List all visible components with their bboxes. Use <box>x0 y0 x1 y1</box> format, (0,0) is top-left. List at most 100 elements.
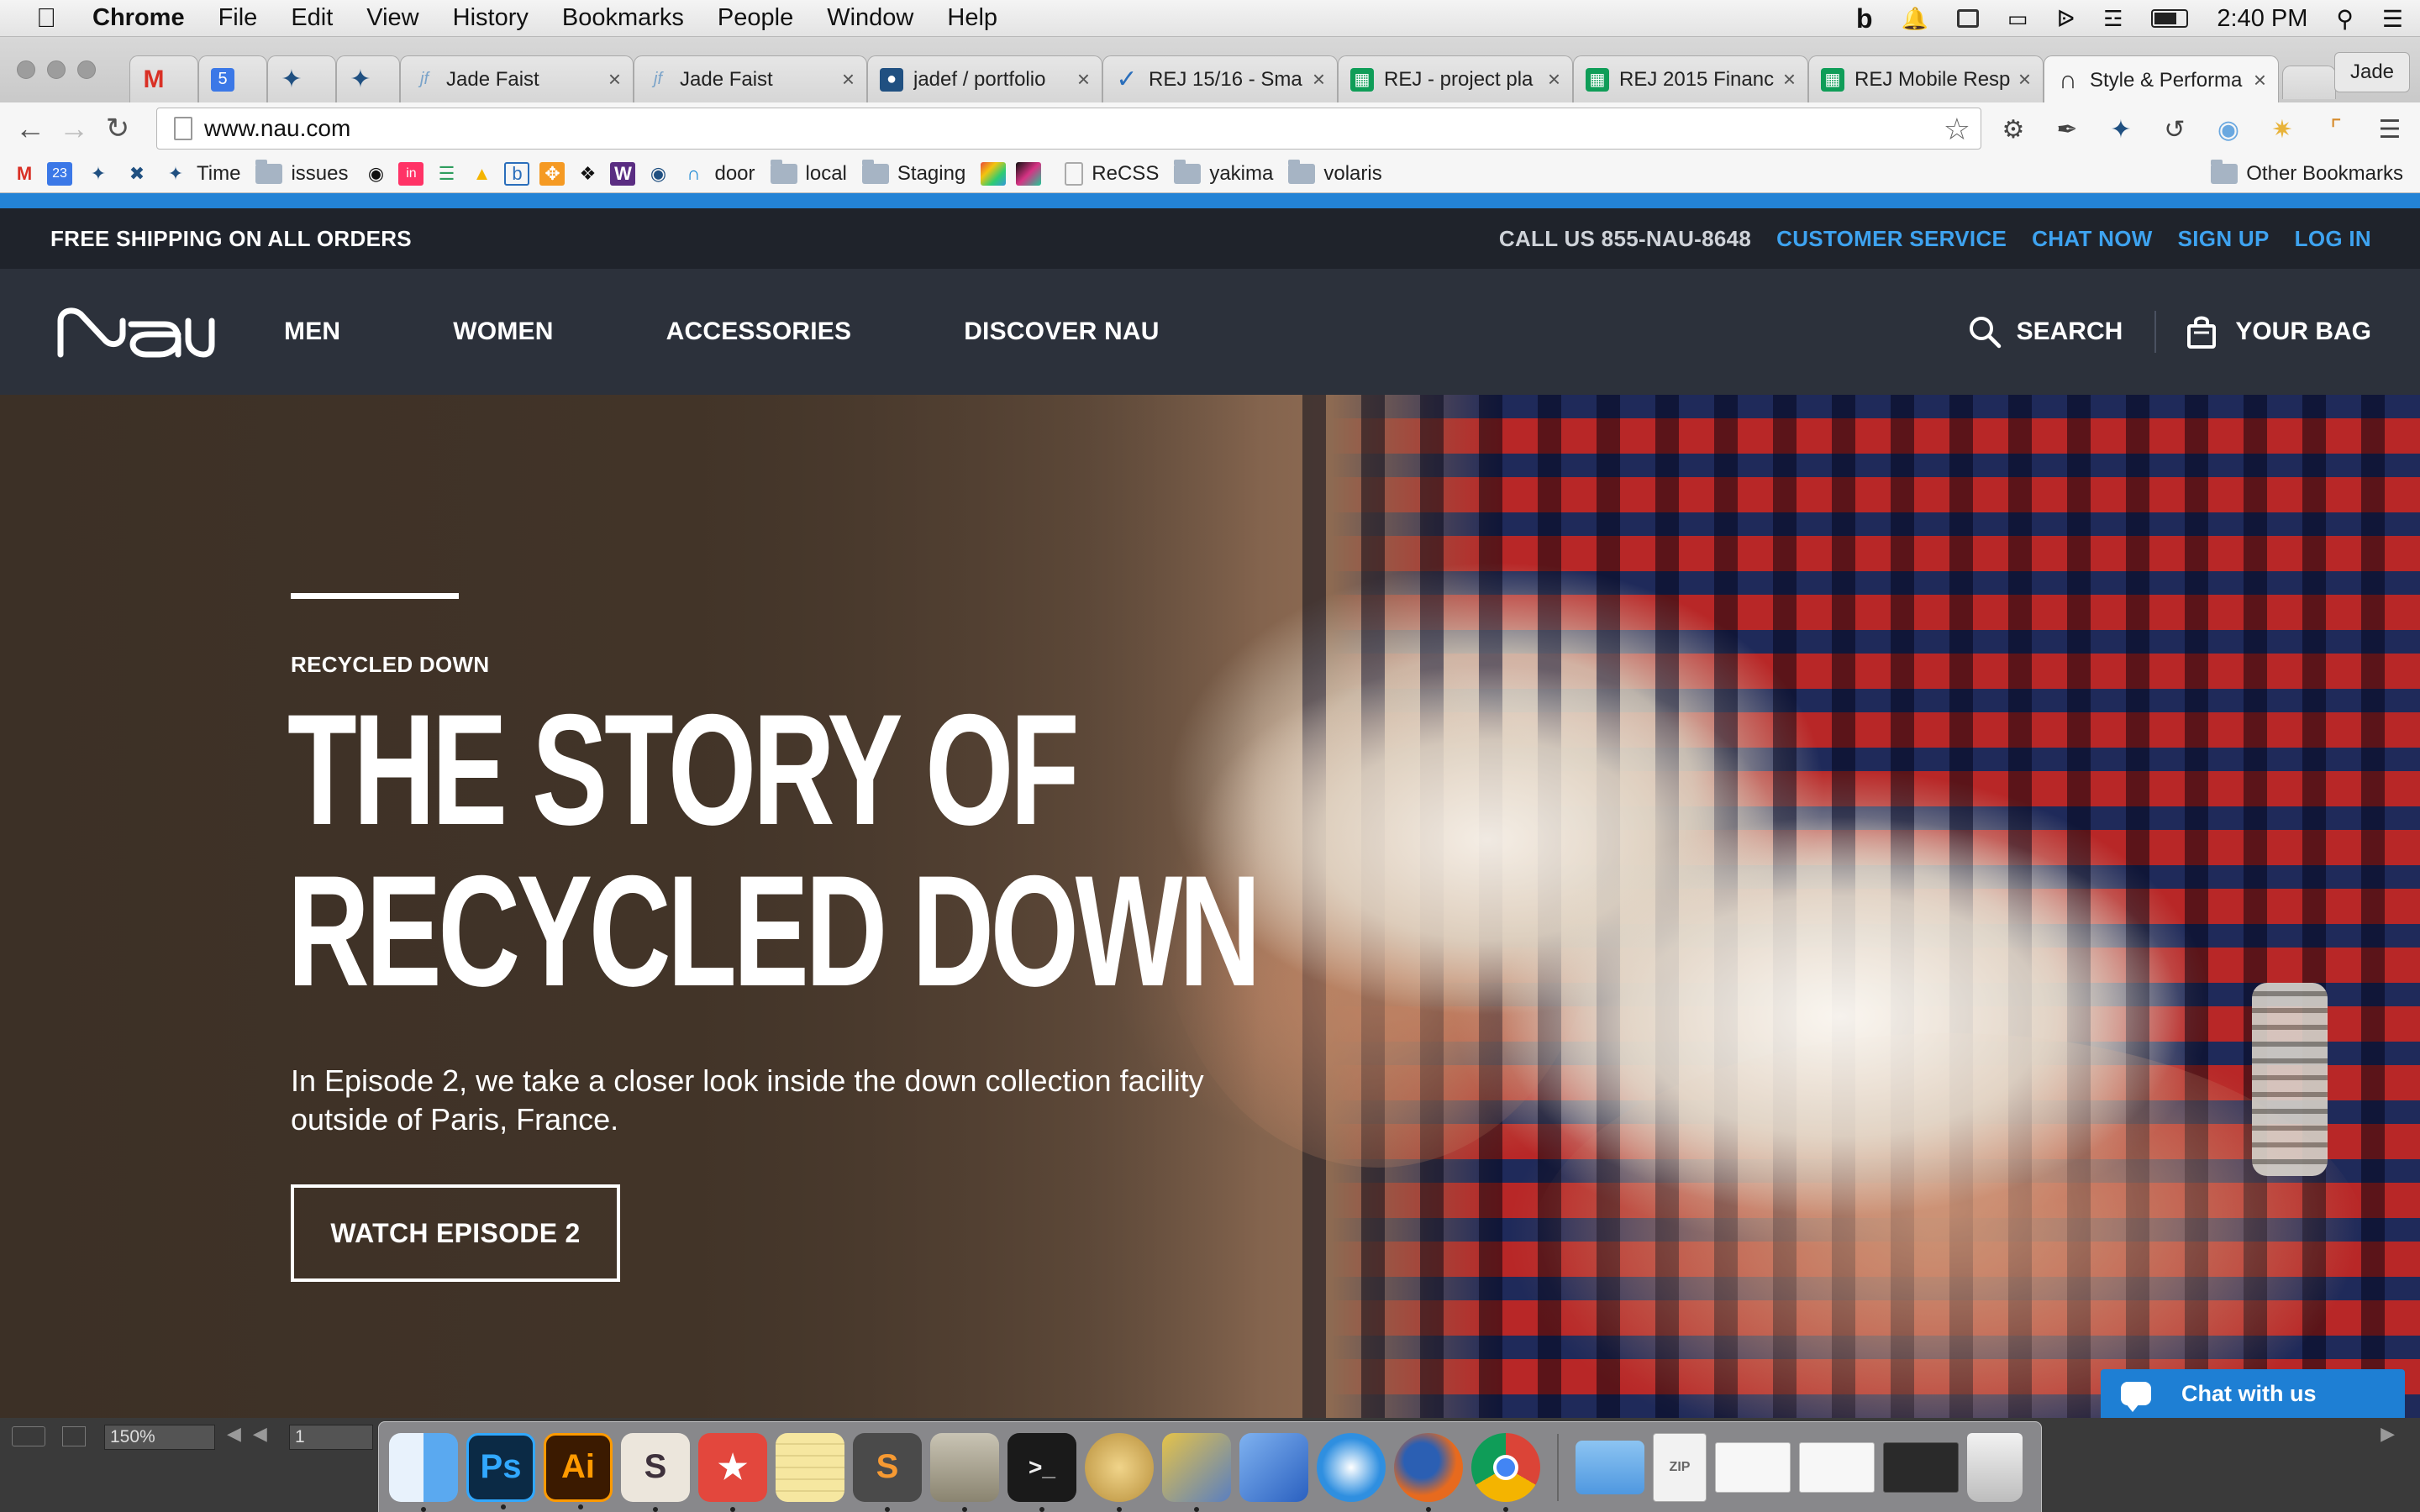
ruler-icon[interactable]: ⌜ <box>2319 113 2353 146</box>
scroll-right-icon[interactable]: ▶ <box>2381 1423 2395 1445</box>
bluetooth-icon[interactable]: ᐉ <box>2057 5 2075 33</box>
xcode-icon[interactable] <box>1239 1432 1308 1502</box>
document-thumbnail-icon[interactable] <box>1715 1441 1791 1493</box>
clock[interactable]: 2:40 PM <box>2217 5 2307 33</box>
tab-rej-project[interactable]: ▦ REJ - project pla × <box>1338 55 1573 102</box>
bookmark-issues[interactable]: issues <box>255 159 348 186</box>
notes-icon[interactable] <box>776 1432 844 1502</box>
new-tab-button[interactable] <box>2282 66 2336 99</box>
forward-icon[interactable]: → <box>52 111 96 146</box>
slack-icon[interactable]: S <box>621 1432 690 1512</box>
nav-women[interactable]: WOMEN <box>453 318 553 346</box>
extension-badge-icon[interactable]: ✷ <box>2265 113 2299 146</box>
bookmark-w[interactable]: W <box>610 161 644 186</box>
bookmark-color-1[interactable] <box>981 161 1014 186</box>
page-field[interactable]: 1 <box>289 1425 373 1450</box>
bookmark-staging[interactable]: Staging <box>861 159 965 186</box>
sequel-pro-icon[interactable] <box>1085 1432 1154 1512</box>
menu-bookmarks[interactable]: Bookmarks <box>562 4 684 32</box>
close-tab-icon[interactable]: × <box>842 66 855 92</box>
wifi-icon[interactable]: ☲ <box>2103 6 2123 32</box>
address-bar[interactable]: www.nau.com ☆ <box>156 108 1981 150</box>
jira-icon[interactable]: ✦ <box>2104 113 2138 146</box>
bookmark-yakima[interactable]: yakima <box>1174 159 1273 186</box>
sync-icon[interactable]: ↺ <box>2158 113 2191 146</box>
bookmark-gmail[interactable]: M <box>12 162 45 186</box>
other-bookmarks[interactable]: Other Bookmarks <box>2211 155 2403 193</box>
close-tab-icon[interactable]: × <box>1077 66 1090 92</box>
bookmark-bird[interactable]: ❖ <box>575 162 608 186</box>
bookmark-bars[interactable]: ☰ <box>434 162 467 186</box>
tab-bitbucket[interactable]: ● jadef / portfolio × <box>867 55 1102 102</box>
page-nav-arrows[interactable]: ◀◀ <box>227 1423 279 1445</box>
bookmark-b[interactable]: b <box>504 161 538 186</box>
trash-icon[interactable] <box>1967 1432 2023 1502</box>
nau-logo[interactable] <box>55 302 215 361</box>
menu-view[interactable]: View <box>366 4 418 32</box>
your-bag-button[interactable]: YOUR BAG <box>2186 314 2371 349</box>
tab-calendar[interactable]: 5 <box>198 55 267 102</box>
bookmark-calendar[interactable]: 23 <box>47 161 81 186</box>
notification-center-icon[interactable]: ☰ <box>2382 5 2403 33</box>
bookmark-github[interactable]: ◉ <box>363 162 397 186</box>
close-tab-icon[interactable]: × <box>1548 66 1560 92</box>
bookmark-invision[interactable]: in <box>398 161 432 186</box>
profile-button[interactable]: Jade <box>2334 52 2410 92</box>
menu-history[interactable]: History <box>453 4 529 32</box>
close-window-icon[interactable] <box>17 60 35 79</box>
ps-tool-icon[interactable] <box>12 1426 45 1446</box>
bookmark-volaris[interactable]: volaris <box>1288 159 1382 186</box>
bookmark-color-2[interactable] <box>1016 161 1050 186</box>
bookmark-bitbucket[interactable]: ◉ <box>645 162 679 186</box>
sign-up-link[interactable]: SIGN UP <box>2178 226 2270 252</box>
zoom-window-icon[interactable] <box>77 60 96 79</box>
customer-service-link[interactable]: CUSTOMER SERVICE <box>1776 226 2007 252</box>
menu-people[interactable]: People <box>718 4 793 32</box>
firefox-icon[interactable] <box>1394 1432 1463 1512</box>
tab-rej-financ[interactable]: ▦ REJ 2015 Financ × <box>1573 55 1808 102</box>
search-button[interactable]: SEARCH <box>1968 315 2123 349</box>
tab-style-performance[interactable]: ∩ Style & Performa × <box>2044 55 2279 104</box>
tab-jira-2[interactable]: ✦ <box>336 55 400 102</box>
illustrator-icon[interactable]: Ai <box>544 1432 613 1509</box>
close-tab-icon[interactable]: × <box>608 66 621 92</box>
wunderlist-icon[interactable]: ★ <box>698 1432 767 1512</box>
watch-episode-button[interactable]: WATCH EPISODE 2 <box>291 1184 620 1282</box>
tab-rej-sma[interactable]: ✓ REJ 15/16 - Sma × <box>1102 55 1338 102</box>
nav-accessories[interactable]: ACCESSORIES <box>666 318 852 346</box>
finder-icon[interactable] <box>389 1432 458 1512</box>
apple-menu-icon[interactable]:  <box>0 3 92 34</box>
app-menu[interactable]: Chrome <box>92 4 185 32</box>
tab-gmail[interactable]: M <box>129 55 198 102</box>
reload-icon[interactable]: ↻ <box>96 112 139 145</box>
chrome-menu-icon[interactable]: ☰ <box>2373 113 2407 146</box>
bookmark-orange[interactable]: ✥ <box>539 161 573 186</box>
transmit-truck-icon[interactable] <box>1162 1432 1231 1512</box>
transmit-icon[interactable] <box>930 1432 999 1512</box>
bookmark-door[interactable]: ∩ door <box>681 162 755 186</box>
close-tab-icon[interactable]: × <box>2018 66 2031 92</box>
ps-export-icon[interactable] <box>62 1426 86 1446</box>
close-tab-icon[interactable]: × <box>1313 66 1325 92</box>
chrome-icon[interactable] <box>1471 1432 1540 1512</box>
tab-jira-1[interactable]: ✦ <box>267 55 336 102</box>
zoom-field[interactable]: 150% <box>104 1425 215 1450</box>
terminal-icon[interactable]: >_ <box>1007 1432 1076 1512</box>
folder-icon[interactable] <box>1576 1440 1644 1494</box>
bookmark-recss[interactable]: ReCSS <box>1065 161 1159 186</box>
close-tab-icon[interactable]: × <box>2254 67 2266 93</box>
sublime-icon[interactable]: S <box>853 1432 922 1512</box>
close-tab-icon[interactable]: × <box>1783 66 1796 92</box>
safari-icon[interactable] <box>1317 1432 1386 1502</box>
nav-discover-nau[interactable]: DISCOVER NAU <box>964 318 1159 346</box>
bookmark-local[interactable]: local <box>770 159 847 186</box>
window-thumbnail-icon[interactable] <box>1883 1441 1959 1493</box>
menu-help[interactable]: Help <box>947 4 997 32</box>
tab-jade-faist-2[interactable]: jf Jade Faist × <box>634 55 867 102</box>
bookmark-time[interactable]: ✦ Time <box>163 162 241 186</box>
menu-edit[interactable]: Edit <box>291 4 333 32</box>
bookmark-jira[interactable]: ✦ <box>86 162 119 186</box>
menu-file[interactable]: File <box>218 4 258 32</box>
minimize-window-icon[interactable] <box>47 60 66 79</box>
tab-rej-mobile[interactable]: ▦ REJ Mobile Resp × <box>1808 55 2044 102</box>
